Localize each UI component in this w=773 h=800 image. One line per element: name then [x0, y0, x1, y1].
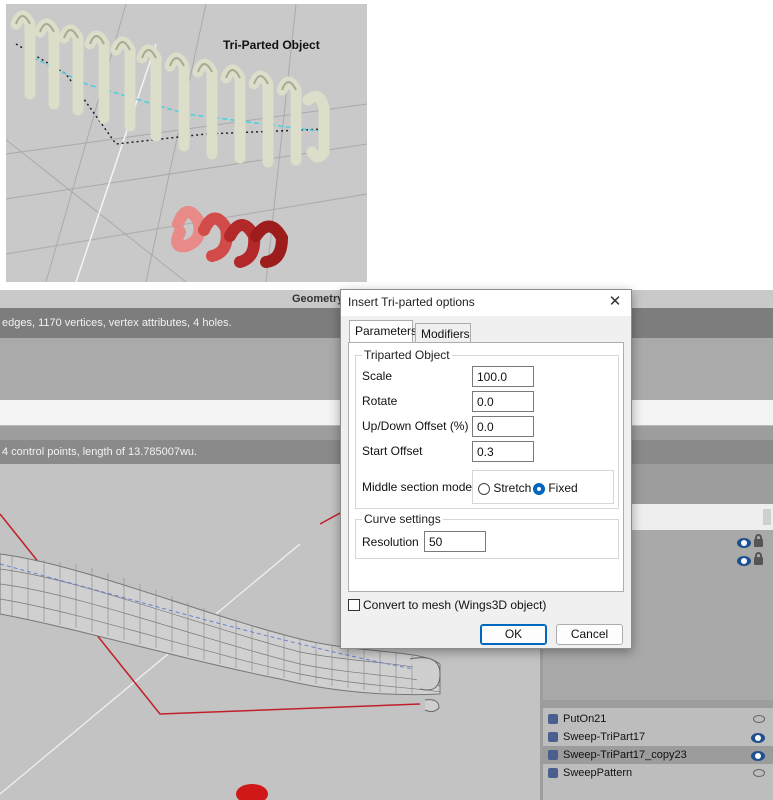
dialog-title: Insert Tri-parted options — [348, 295, 475, 309]
rotate-input[interactable] — [472, 391, 534, 412]
middle-mode-label: Middle section mode — [362, 480, 473, 494]
geometry-title: Geometry — [292, 293, 344, 305]
eye-icon[interactable] — [751, 732, 765, 744]
middle-mode-group: Stretch Fixed — [472, 470, 614, 504]
close-icon[interactable]: ✕ — [605, 292, 625, 312]
hidden-icon[interactable] — [753, 714, 765, 726]
convert-to-mesh-label: Convert to mesh (Wings3D object) — [363, 598, 547, 612]
ok-button[interactable]: OK — [480, 624, 547, 645]
preview-render: Tri-Parted Object — [6, 4, 367, 282]
eye-icon[interactable] — [737, 555, 751, 566]
curve-info-text: 4 control points, length of 13.785007wu. — [2, 446, 198, 458]
object-icon — [548, 768, 558, 778]
fixed-label: Fixed — [548, 481, 578, 495]
cancel-button[interactable]: Cancel — [556, 624, 623, 645]
stretch-option[interactable]: Stretch — [478, 481, 531, 495]
resolution-label: Resolution — [362, 535, 419, 549]
panel-scroll-button[interactable] — [763, 509, 771, 525]
eye-icon[interactable] — [737, 537, 751, 548]
parameters-panel: Triparted Object Scale Rotate Up/Down Of… — [348, 342, 624, 592]
scale-input[interactable] — [472, 366, 534, 387]
outliner-item-label: PutOn21 — [563, 713, 607, 725]
outliner-item-label: Sweep-TriPart17_copy23 — [563, 749, 687, 761]
object-icon — [548, 714, 558, 724]
eye-icon[interactable] — [751, 750, 765, 762]
start-offset-input[interactable] — [472, 441, 534, 462]
lock-icon[interactable] — [754, 551, 763, 565]
outliner-item-label: SweepPattern — [563, 767, 633, 779]
rotate-label: Rotate — [362, 394, 398, 408]
stretch-radio[interactable] — [478, 482, 490, 495]
outliner-panel: PutOn21 Sweep-TriPart17 Sweep-TriPart17_… — [543, 708, 773, 800]
convert-to-mesh-checkbox[interactable] — [348, 599, 360, 611]
stretch-label: Stretch — [493, 481, 532, 495]
layer-visibility-1[interactable] — [737, 533, 763, 552]
object-icon — [548, 732, 558, 742]
curve-settings-group: Curve settings Resolution — [355, 512, 619, 559]
fixed-option[interactable]: Fixed — [533, 481, 578, 495]
outliner-item-label: Sweep-TriPart17 — [563, 731, 646, 743]
group-title: Curve settings — [362, 512, 443, 526]
scale-label: Scale — [362, 369, 393, 383]
lock-icon[interactable] — [754, 533, 763, 547]
object-icon — [548, 750, 558, 760]
outliner-item[interactable]: Sweep-TriPart17 — [543, 728, 773, 746]
dialog-title-bar[interactable]: Insert Tri-parted options ✕ — [341, 290, 631, 316]
updown-offset-label: Up/Down Offset (%) — [362, 419, 469, 433]
hidden-icon[interactable] — [753, 768, 765, 780]
tab-parameters[interactable]: Parameters — [349, 320, 417, 342]
preview-label: Tri-Parted Object — [223, 38, 320, 52]
geometry-info-text: edges, 1170 vertices, vertex attributes,… — [2, 317, 232, 329]
updown-offset-input[interactable] — [472, 416, 534, 437]
tab-modifiers[interactable]: Modifiers — [415, 323, 471, 343]
group-title: Triparted Object — [362, 348, 452, 362]
insert-triparted-dialog: Insert Tri-parted options ✕ Parameters M… — [340, 289, 632, 649]
fixed-radio[interactable] — [533, 482, 545, 495]
triparted-object-group: Triparted Object Scale Rotate Up/Down Of… — [355, 348, 619, 509]
start-offset-label: Start Offset — [362, 444, 423, 458]
resolution-input[interactable] — [424, 531, 486, 552]
outliner-item[interactable]: PutOn21 — [543, 710, 773, 728]
layer-visibility-2[interactable] — [737, 551, 763, 570]
outliner-item-selected[interactable]: Sweep-TriPart17_copy23 — [543, 746, 773, 764]
outliner-item[interactable]: SweepPattern — [543, 764, 773, 782]
